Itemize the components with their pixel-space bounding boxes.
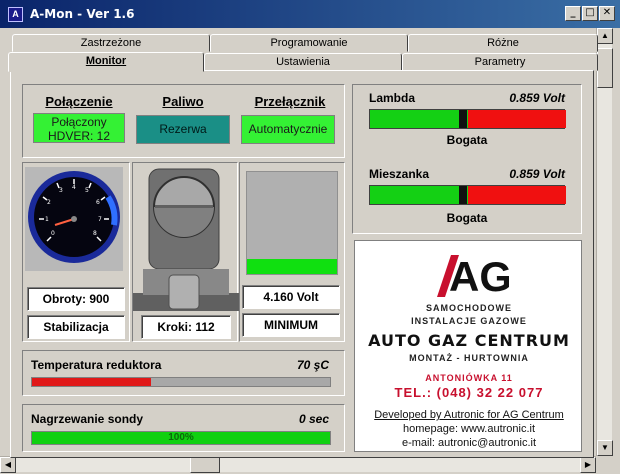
tab-programowanie[interactable]: Programowanie xyxy=(210,34,408,52)
hardware-version: HDVER: 12 xyxy=(47,129,111,143)
fuel-display: Rezerwa xyxy=(136,115,230,144)
tab-monitor-label: Monitor xyxy=(85,55,127,67)
temperature-value: 70 şC xyxy=(296,358,329,372)
svg-text:7: 7 xyxy=(98,216,102,223)
probe-group: Nagrzewanie sondy 0 sec 100% xyxy=(22,404,345,452)
svg-text:0: 0 xyxy=(51,230,55,237)
email-link[interactable]: e-mail: autronic@autronic.it xyxy=(355,437,583,449)
svg-text:5: 5 xyxy=(85,187,89,194)
steps-value: Kroki: 112 xyxy=(141,315,231,339)
svg-text:1: 1 xyxy=(45,216,49,223)
connection-status: Połączony xyxy=(51,115,107,129)
voltage-state: MINIMUM xyxy=(242,313,340,337)
resize-grip[interactable] xyxy=(596,456,612,472)
temperature-bar xyxy=(31,377,331,387)
mixture-rich-zone xyxy=(468,186,566,204)
switch-display: Automatycznie xyxy=(241,115,335,144)
maximize-button[interactable]: □ xyxy=(582,6,598,21)
stepper-group: Kroki: 112 xyxy=(132,162,239,342)
lambda-marker xyxy=(459,110,468,128)
scroll-right-button[interactable]: ▶ xyxy=(580,457,596,473)
logo-services: MONTAŻ - HURTOWNIA xyxy=(409,353,529,363)
svg-text:4: 4 xyxy=(72,184,76,191)
company-logo-panel: AG SAMOCHODOWE INSTALACJE GAZOWE AUTO GA… xyxy=(354,240,582,452)
mixture-value: 0.859 Volt xyxy=(509,167,565,181)
tachometer-dial-icon: 01 2 3 4 56 7 8 xyxy=(28,171,120,263)
mixture-label: Mieszanka xyxy=(369,167,430,181)
window-title: A-Mon - Ver 1.6 xyxy=(30,7,135,21)
scroll-up-button[interactable]: ▲ xyxy=(597,28,613,44)
probe-value: 0 sec xyxy=(298,412,329,426)
hscroll-thumb[interactable] xyxy=(190,457,220,473)
tab-parametry[interactable]: Parametry xyxy=(402,53,598,71)
voltage-level-meter xyxy=(246,171,338,275)
scroll-thumb[interactable] xyxy=(597,48,613,88)
lambda-group: Lambda 0.859 Volt Bogata Mieszanka 0.859… xyxy=(352,84,582,234)
lambda-rich-zone xyxy=(468,110,566,128)
svg-text:2: 2 xyxy=(47,199,51,206)
connection-header: Połączenie xyxy=(45,94,113,109)
rpm-value: Obroty: 900 xyxy=(27,287,125,311)
probe-bar: 100% xyxy=(31,431,331,445)
title-bar[interactable]: A A-Mon - Ver 1.6 _ □ ✕ xyxy=(0,0,620,28)
voltage-value: 4.160 Volt xyxy=(242,285,340,309)
tab-monitor[interactable]: Monitor xyxy=(8,52,204,72)
stepper-valve-icon xyxy=(133,168,239,311)
connection-display: Połączony HDVER: 12 xyxy=(33,113,125,143)
app-icon: A xyxy=(8,7,23,22)
vertical-scrollbar[interactable]: ▲ ▼ xyxy=(596,28,613,456)
rpm-group: 01 2 3 4 56 7 8 Obroty: 900 Stabilizacja xyxy=(22,162,130,342)
logo-line1: SAMOCHODOWE xyxy=(426,303,512,313)
temperature-label: Temperatura reduktora xyxy=(31,358,162,372)
svg-text:8: 8 xyxy=(93,230,97,237)
horizontal-scrollbar[interactable]: ◀ ▶ xyxy=(0,456,596,473)
voltage-level-fill xyxy=(247,258,337,274)
svg-text:6: 6 xyxy=(96,199,100,206)
company-name: AUTO GAZ CENTRUM xyxy=(368,331,570,350)
rpm-state: Stabilizacja xyxy=(27,315,125,339)
mixture-state: Bogata xyxy=(446,211,488,225)
status-group: Połączenie Połączony HDVER: 12 Paliwo Re… xyxy=(22,84,345,158)
ag-logo-icon: AG xyxy=(437,253,509,300)
minimize-button[interactable]: _ xyxy=(565,6,581,21)
lambda-bar xyxy=(369,109,566,129)
tab-ustawienia[interactable]: Ustawienia xyxy=(204,53,402,71)
close-button[interactable]: ✕ xyxy=(599,6,615,21)
logo-line2: INSTALACJE GAZOWE xyxy=(411,316,527,326)
voltage-group: 4.160 Volt MINIMUM xyxy=(239,162,345,342)
logo-phone: TEL.: (048) 32 22 077 xyxy=(394,385,544,400)
developer-credit: Developed by Autronic for AG Centrum xyxy=(374,409,564,421)
probe-label: Nagrzewanie sondy xyxy=(31,412,144,426)
scroll-left-button[interactable]: ◀ xyxy=(0,457,16,473)
logo-address: ANTONIÓWKA 11 xyxy=(425,373,513,383)
lambda-value: 0.859 Volt xyxy=(509,91,565,105)
tab-zastrzezone[interactable]: Zastrzeżone xyxy=(12,34,210,52)
temperature-bar-fill xyxy=(32,378,152,386)
lambda-state: Bogata xyxy=(446,133,488,147)
tab-rozne[interactable]: Różne xyxy=(408,34,598,52)
probe-percent: 100% xyxy=(168,432,194,443)
fuel-header: Paliwo xyxy=(162,94,204,109)
ag-brand-text: AG xyxy=(449,253,509,300)
tachometer: 01 2 3 4 56 7 8 xyxy=(25,167,123,271)
mixture-marker xyxy=(459,186,468,204)
homepage-link[interactable]: homepage: www.autronic.it xyxy=(355,423,583,435)
temperature-group: Temperatura reduktora 70 şC xyxy=(22,350,345,396)
svg-text:3: 3 xyxy=(59,187,63,194)
switch-header: Przełącznik xyxy=(254,94,326,109)
lambda-label: Lambda xyxy=(369,91,416,105)
scroll-down-button[interactable]: ▼ xyxy=(597,440,613,456)
mixture-bar xyxy=(369,185,566,205)
